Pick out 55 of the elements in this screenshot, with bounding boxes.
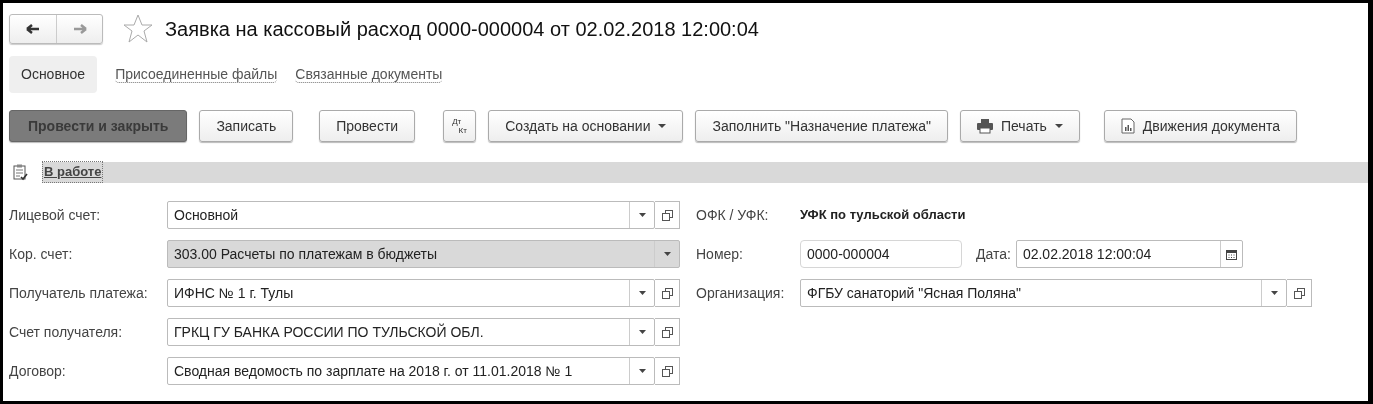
tab[interactable]: Основное [9,55,98,93]
open-button[interactable] [655,357,680,385]
field-label: ОФК / УФК: [696,205,770,225]
dropdown-icon[interactable] [638,213,646,217]
caret-icon [1054,124,1063,128]
field-label: Номер: [696,244,744,264]
tab[interactable]: Связанные документы [295,65,443,83]
select-field[interactable]: Основной [167,201,655,229]
open-button[interactable] [655,201,680,229]
field-label: Организация: [696,283,786,303]
select-field[interactable]: ФГБУ санаторий "Ясная Поляна" [800,279,1287,307]
dropdown-icon[interactable] [638,369,646,373]
open-button[interactable] [1287,279,1312,307]
toolbar-button[interactable]: Записать [199,110,294,142]
document-movements-button[interactable]: Движения документа [1103,110,1298,142]
dt-kt-button[interactable]: Дт Кт [443,110,477,142]
star-icon[interactable] [123,14,153,44]
window-title: Заявка на кассовый расход 0000-000004 от 02.02.2018 12:00:04 [165,17,759,42]
calendar-icon[interactable] [1225,248,1237,260]
open-icon [661,287,673,299]
dropdown-icon[interactable] [663,252,671,256]
field-label: Кор. счет: [9,244,74,264]
create-based-on-button[interactable]: Создать на основании [488,110,684,142]
select-field[interactable]: ГРКЦ ГУ БАНКА РОССИИ ПО ТУЛЬСКОЙ ОБЛ. [167,318,655,346]
field-label: Получатель платежа: [9,283,149,303]
field-label: Лицевой счет: [9,205,102,225]
caret-icon [658,124,667,128]
date-field[interactable]: 02.02.2018 12:00:04 [1015,240,1243,268]
printer-icon [977,118,993,134]
select-field[interactable]: 303.00 Расчеты по платежам в бюджеты [167,240,680,268]
chart-document-icon [1120,118,1135,134]
open-button[interactable] [655,318,680,346]
number-field[interactable]: 0000-000004 [800,240,962,268]
select-field[interactable]: Сводная ведомость по зарплате на 2018 г. от 11.01.2018 № 1 [167,357,655,385]
open-icon [661,365,673,377]
open-icon [1293,287,1305,299]
dropdown-icon[interactable] [638,330,646,334]
print-button[interactable]: Печать [960,110,1080,142]
status-link[interactable]: В работе [42,161,104,183]
toolbar-button[interactable]: Провести [319,110,416,142]
dropdown-icon[interactable] [638,291,646,295]
field-label: Договор: [9,361,67,381]
forward-arrow-icon [71,23,88,35]
dropdown-icon[interactable] [1270,291,1278,295]
back-arrow-icon [25,23,41,35]
open-button[interactable] [655,279,680,307]
toolbar-button[interactable]: Заполнить "Назначение платежа" [695,110,948,142]
open-icon [661,326,673,338]
select-field[interactable]: ИФНС № 1 г. Тулы [167,279,655,307]
field-value: УФК по тульской области [800,206,966,225]
open-icon [661,209,673,221]
field-label: Счет получателя: [9,322,124,342]
tab[interactable]: Присоединенные файлы [115,65,278,83]
clipboard-check-icon [13,163,28,181]
field-label: Дата: [976,244,1011,264]
